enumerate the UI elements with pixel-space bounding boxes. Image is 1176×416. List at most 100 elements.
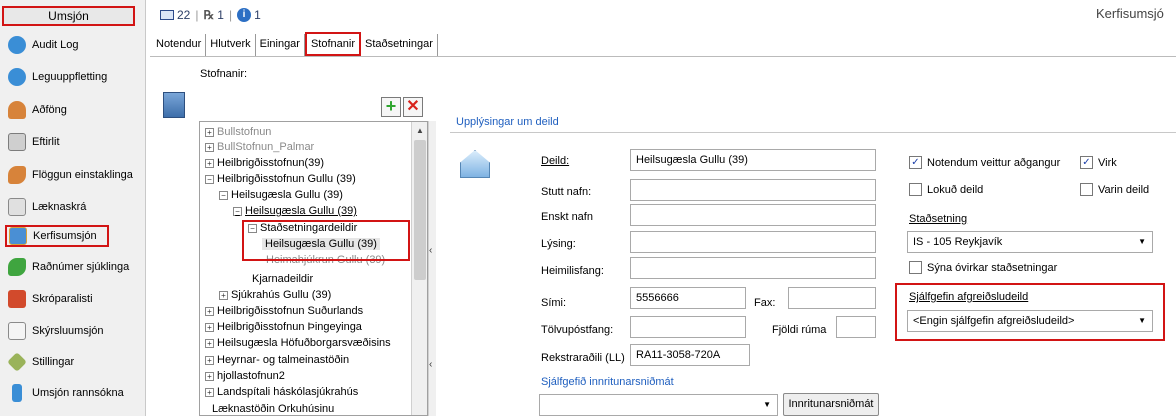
sjalfgefin-select[interactable]: <Engin sjálfgefin afgreiðsludeild> ▼ <box>907 310 1153 332</box>
tab-bar: Notendur Hlutverk Einingar Stofnanir Sta… <box>152 30 438 56</box>
sidebar-item-radnumer[interactable]: Raðnúmer sjúklinga <box>8 256 129 278</box>
innritun-button[interactable]: Innritunarsniðmát <box>783 393 879 416</box>
gear-document-icon <box>8 133 26 151</box>
tolvupostfang-label: Tölvupóstfang: <box>541 324 614 336</box>
checkmark-icon: ✓ <box>909 156 922 169</box>
sidebar-item-label: Stillingar <box>32 356 75 368</box>
tree-node[interactable]: + Sjúkrahús Gullu (39) <box>219 289 331 301</box>
tree-node[interactable]: + Bullstofnun <box>205 126 271 138</box>
fax-label: Fax: <box>754 297 776 309</box>
mail-count: 22 <box>177 8 191 22</box>
simi-input[interactable] <box>630 287 746 309</box>
tree-highlight <box>242 220 410 261</box>
sidebar-item-umsjon-rannsokna[interactable]: Umsjón rannsókna <box>8 382 124 404</box>
top-status-bar: 22 | ℞ 1 | i 1 Kerfisumsjó <box>150 0 1176 30</box>
tree-node[interactable]: + Landspítali háskólasjúkrahús <box>205 386 358 398</box>
heimilisfang-label: Heimilisfang: <box>541 265 604 277</box>
tree-node[interactable]: − Heilsugæsla Gullu (39) <box>233 205 357 217</box>
heimilisfang-input[interactable] <box>630 257 876 279</box>
tree-node[interactable]: Læknastöðin Orkuhúsinu <box>212 403 334 415</box>
lokud-deild-checkbox[interactable]: Lokuð deild <box>909 183 983 196</box>
tree-node[interactable]: + Heilsugæsla Höfuðborgarsvæðisins <box>205 337 391 349</box>
building-icon <box>163 92 185 118</box>
tree-node[interactable]: Kjarnadeildir <box>252 273 313 285</box>
sidebar-item-label: Leguuppfletting <box>32 71 108 83</box>
sidebar: Umsjón Audit Log Leguuppfletting Aðföng … <box>0 0 146 416</box>
tab-stadsetningar[interactable]: Staðsetningar <box>361 34 438 56</box>
sidebar-item-kerfisumsjon[interactable]: Kerfisumsjón <box>5 225 109 247</box>
sidebar-item-stillingar[interactable]: Stillingar <box>7 351 75 373</box>
rekstraradili-input[interactable] <box>630 344 750 366</box>
delete-icon[interactable]: ✕ <box>403 97 423 117</box>
ovirkar-checkbox[interactable]: Sýna óvirkar staðsetningar <box>909 261 1057 274</box>
sidebar-title[interactable]: Umsjón <box>2 6 135 26</box>
lysing-input[interactable] <box>630 231 876 253</box>
tab-hlutverk[interactable]: Hlutverk <box>206 34 256 56</box>
globe-icon <box>8 68 26 86</box>
info-icon[interactable]: i <box>237 8 252 22</box>
tree-node[interactable]: + Heilbrigðisstofnun(39) <box>205 157 324 169</box>
prescription-icon[interactable]: ℞ <box>203 8 214 22</box>
section-title: Upplýsingar um deild <box>456 116 559 128</box>
stadsetning-label: Staðsetning <box>909 213 968 225</box>
panel-splitter[interactable]: ‹ ‹ <box>428 121 436 416</box>
fjoldi-ruma-label: Fjöldi rúma <box>772 324 827 336</box>
tree-scrollbar[interactable]: ▲ <box>411 122 427 415</box>
people-icon <box>8 258 26 276</box>
tab-divider <box>150 56 1176 57</box>
sidebar-item-label: Skróparalisti <box>32 293 93 305</box>
varin-deild-checkbox[interactable]: Varin deild <box>1080 183 1149 196</box>
lysing-label: Lýsing: <box>541 238 576 250</box>
virk-checkbox[interactable]: ✓ Virk <box>1080 156 1117 169</box>
screen-person-icon <box>9 227 27 245</box>
sidebar-item-label: Læknaskrá <box>32 201 87 213</box>
sidebar-item-floggun[interactable]: Flöggun einstaklinga <box>8 164 133 186</box>
sidebar-item-skyrsluumsjon[interactable]: Skýrsluumsjón <box>8 320 104 342</box>
tree-node[interactable]: + Heilbrigðisstofnun Þingeyinga <box>205 321 362 333</box>
tree-node[interactable]: + Heilbrigðisstofnun Suðurlands <box>205 305 363 317</box>
fjoldi-ruma-input[interactable] <box>836 316 876 338</box>
notendum-checkbox[interactable]: ✓ Notendum veittur aðgangur <box>909 156 1060 169</box>
tab-einingar[interactable]: Einingar <box>256 34 305 56</box>
tab-stofnanir[interactable]: Stofnanir <box>304 32 361 56</box>
app-title: Kerfisumsjó <box>1096 6 1164 21</box>
sidebar-item-adfong[interactable]: Aðföng <box>8 99 67 121</box>
tree-node[interactable]: − Heilbrigðisstofnun Gullu (39) <box>205 173 356 185</box>
enskt-nafn-input[interactable] <box>630 204 876 226</box>
tree-node[interactable]: + Heyrnar- og talmeinastöðin <box>205 354 349 366</box>
deild-input[interactable] <box>630 149 876 171</box>
sidebar-item-eftirlit[interactable]: Eftirlit <box>8 131 60 153</box>
tree-node[interactable]: − Heilsugæsla Gullu (39) <box>219 189 343 201</box>
mail-icon[interactable] <box>160 10 174 20</box>
sidebar-item-label: Aðföng <box>32 104 67 116</box>
sidebar-item-label: Flöggun einstaklinga <box>32 169 133 181</box>
tree-node[interactable]: + BullStofnun_Palmar <box>205 141 314 153</box>
sidebar-item-skroparalisti[interactable]: Skróparalisti <box>8 288 93 310</box>
sidebar-item-audit-log[interactable]: Audit Log <box>8 34 78 56</box>
tab-notendur[interactable]: Notendur <box>152 34 207 56</box>
sidebar-item-label: Umsjón rannsókna <box>32 387 124 399</box>
deild-label: Deild: <box>541 155 570 167</box>
info-count: 1 <box>254 8 261 22</box>
tree-node[interactable]: + hjollastofnun2 <box>205 370 285 382</box>
sidebar-item-laeknaskra[interactable]: Læknaskrá <box>8 196 86 218</box>
globe-icon <box>8 36 26 54</box>
tree-scrollbar-thumb[interactable] <box>414 140 426 280</box>
report-icon <box>8 322 26 340</box>
stutt-nafn-label: Stutt nafn: <box>541 186 592 198</box>
chevron-down-icon: ▼ <box>1138 316 1146 325</box>
fax-input[interactable] <box>788 287 876 309</box>
innritun-select[interactable]: ▼ <box>539 394 778 416</box>
sidebar-item-label: Eftirlit <box>32 136 60 148</box>
calendar-icon <box>8 290 26 308</box>
tolvupostfang-input[interactable] <box>630 316 746 338</box>
organization-tree[interactable]: + Bullstofnun + BullStofnun_Palmar + Heilbr… <box>199 121 428 416</box>
stutt-nafn-input[interactable] <box>630 179 876 201</box>
sidebar-item-label: Audit Log <box>32 39 79 51</box>
tools-icon <box>7 352 27 372</box>
sidebar-item-leguuppfletting[interactable]: Leguuppfletting <box>8 66 107 88</box>
chevron-down-icon: ▼ <box>763 400 771 409</box>
add-icon[interactable]: + <box>381 97 401 117</box>
sidebar-item-label: Kerfisumsjón <box>33 230 97 242</box>
stadsetning-select[interactable]: IS - 105 Reykjavík ▼ <box>907 231 1153 253</box>
